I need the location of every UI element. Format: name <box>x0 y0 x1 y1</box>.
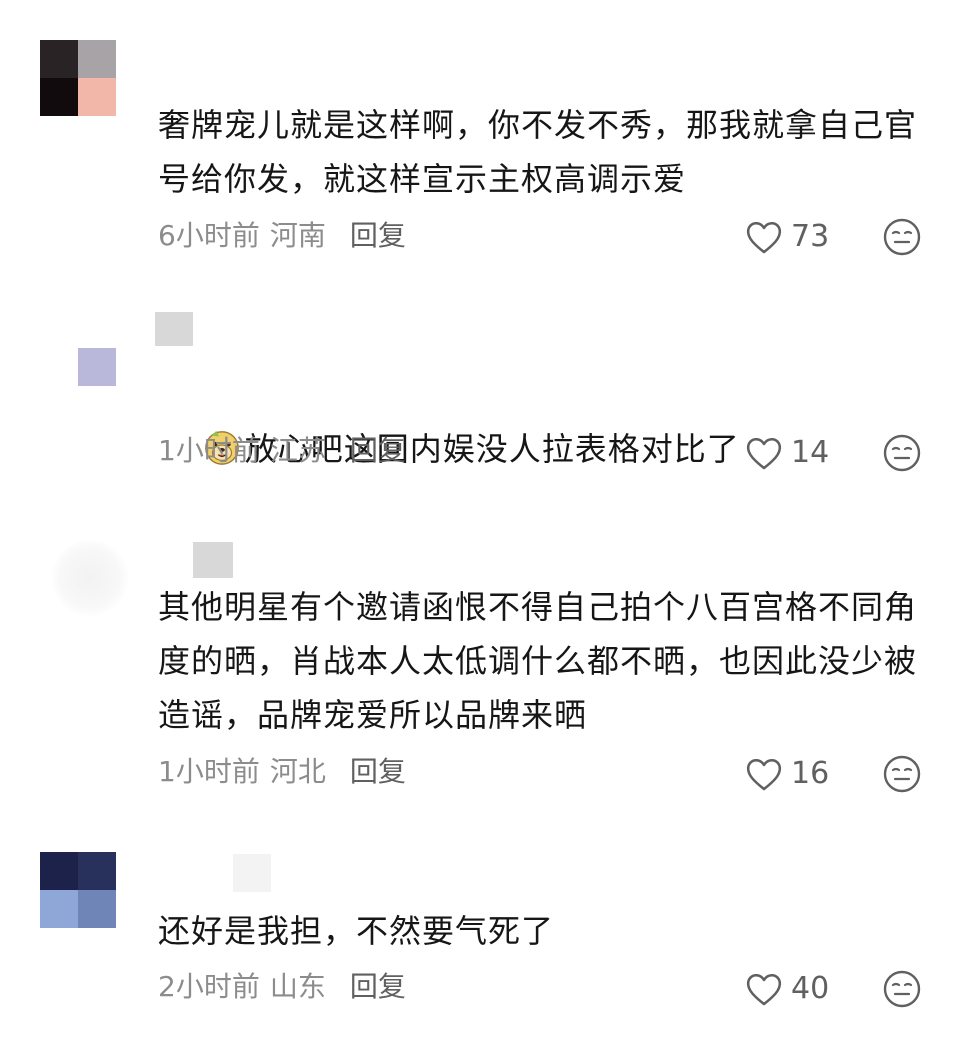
comment-time: 2小时前 <box>158 970 260 1003</box>
comment-time: 1小时前 <box>158 755 260 788</box>
like-button[interactable]: 73 <box>745 217 829 257</box>
reply-button[interactable]: 回复 <box>350 434 406 467</box>
comment-location: 河北 <box>269 755 326 788</box>
heart-outline-icon <box>746 973 782 1006</box>
like-count: 16 <box>791 756 830 791</box>
like-count: 14 <box>791 435 830 470</box>
comment-location: 河南 <box>269 219 326 252</box>
avatar[interactable] <box>78 348 116 386</box>
like-button[interactable]: 14 <box>745 433 829 473</box>
like-button[interactable]: 16 <box>745 754 829 794</box>
username-redacted <box>193 542 233 578</box>
username-redacted <box>155 312 193 346</box>
heart-outline-icon <box>746 437 782 470</box>
username-redacted <box>233 854 271 892</box>
like-button[interactable]: 40 <box>745 969 829 1009</box>
comment-text: 奢牌宠儿就是这样啊，你不发不秀，那我就拿自己官号给你发，就这样宣示主权高调示爱 <box>158 106 918 198</box>
reply-button[interactable]: 回复 <box>350 755 406 788</box>
heart-outline-icon <box>746 221 782 254</box>
neutral-face-icon[interactable] <box>882 217 922 257</box>
avatar[interactable] <box>40 40 116 116</box>
comment-location: 山东 <box>269 970 326 1003</box>
reply-button[interactable]: 回复 <box>350 970 406 1003</box>
comment-meta: 1小时前 江苏 回复 <box>158 431 406 471</box>
comment-time: 1小时前 <box>158 434 260 467</box>
heart-outline-icon <box>746 758 782 791</box>
neutral-face-icon[interactable] <box>882 969 922 1009</box>
like-count: 73 <box>791 219 830 254</box>
neutral-face-icon[interactable] <box>882 754 922 794</box>
comment-location: 江苏 <box>269 434 326 467</box>
comment-time: 6小时前 <box>158 219 260 252</box>
comment-meta: 1小时前 河北 回复 <box>158 752 406 792</box>
avatar[interactable] <box>52 540 128 616</box>
comment-meta: 2小时前 山东 回复 <box>158 967 406 1007</box>
comment-text: 还好是我担，不然要气死了 <box>158 912 555 950</box>
comment-meta: 6小时前 河南 回复 <box>158 216 406 256</box>
avatar[interactable] <box>40 852 116 928</box>
reply-button[interactable]: 回复 <box>350 219 406 252</box>
comment-text: 其他明星有个邀请函恨不得自己拍个八百宫格不同角度的晒，肖战本人太低调什么都不晒，… <box>158 588 918 734</box>
like-count: 40 <box>791 971 830 1006</box>
neutral-face-icon[interactable] <box>882 433 922 473</box>
